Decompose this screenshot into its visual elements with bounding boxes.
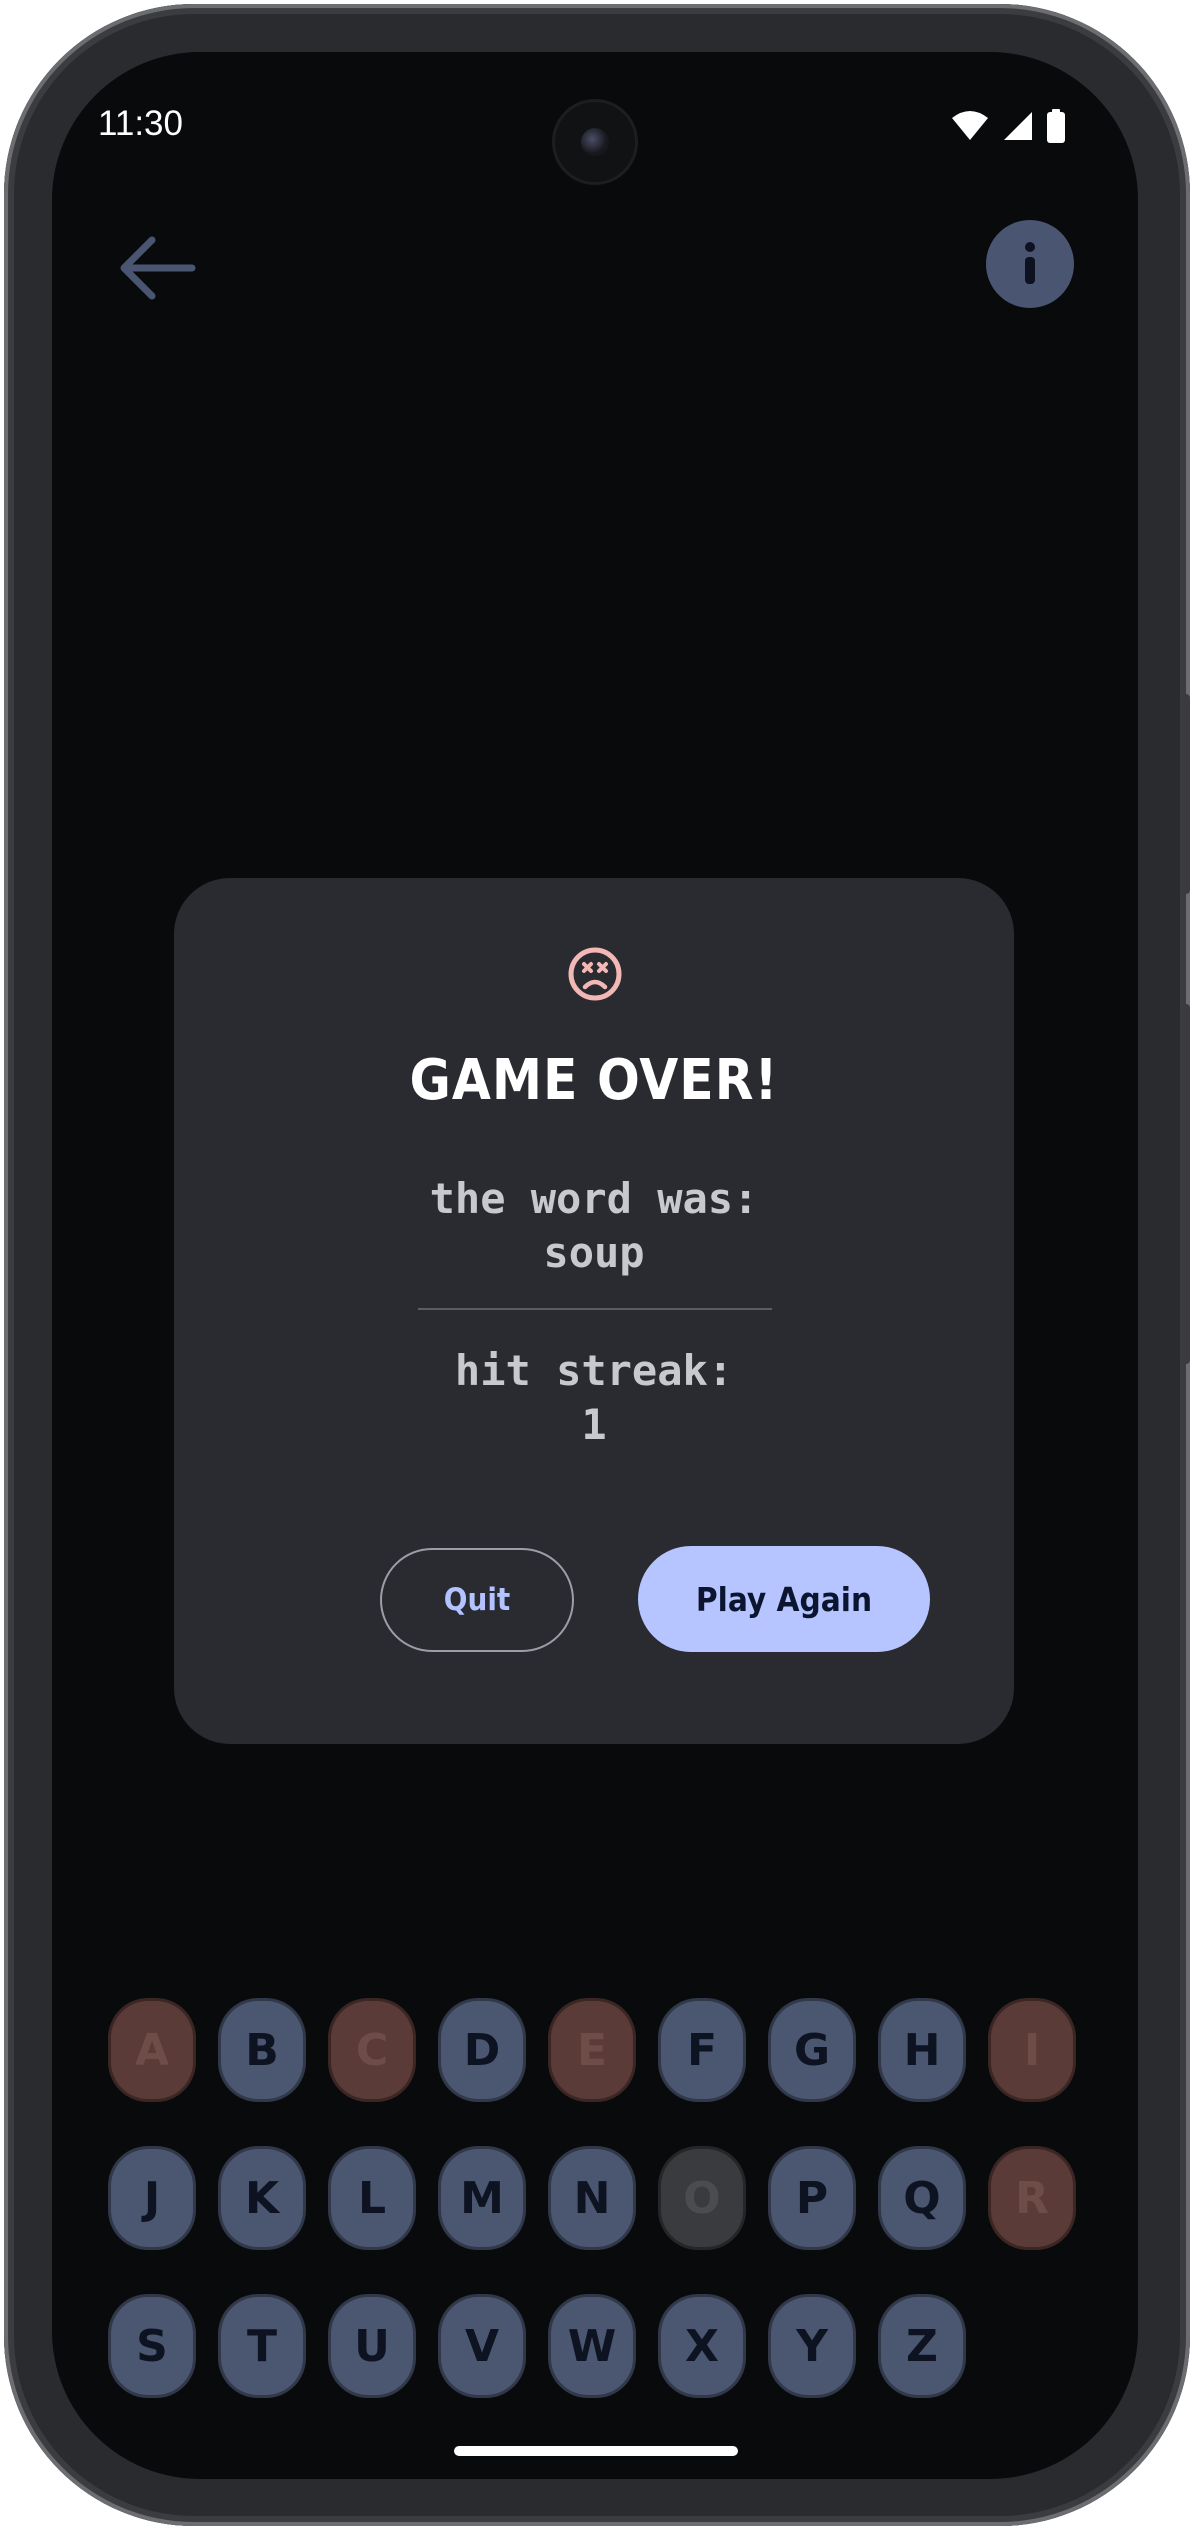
key-x[interactable]: X xyxy=(658,2294,746,2398)
key-p[interactable]: P xyxy=(768,2146,856,2250)
play-again-button[interactable]: Play Again xyxy=(638,1546,930,1652)
arrow-left-icon xyxy=(120,236,196,300)
key-o[interactable]: O xyxy=(658,2146,746,2250)
key-z[interactable]: Z xyxy=(878,2294,966,2398)
key-t[interactable]: T xyxy=(218,2294,306,2398)
dialog-title: GAME OVER! xyxy=(409,1048,779,1113)
game-over-dialog: GAME OVER! the word was: soup hit streak… xyxy=(174,878,1014,1744)
key-w[interactable]: W xyxy=(548,2294,636,2398)
key-r[interactable]: R xyxy=(988,2146,1076,2250)
battery-icon xyxy=(1047,109,1065,143)
key-i[interactable]: I xyxy=(988,1998,1076,2102)
info-icon xyxy=(1025,242,1035,284)
key-e[interactable]: E xyxy=(548,1998,636,2102)
streak-value: 1 xyxy=(581,1400,607,1449)
key-b[interactable]: B xyxy=(218,1998,306,2102)
front-camera xyxy=(555,102,635,182)
key-n[interactable]: N xyxy=(548,2146,636,2250)
info-button[interactable] xyxy=(986,220,1074,308)
quit-button[interactable]: Quit xyxy=(380,1548,574,1652)
status-icons xyxy=(950,108,1066,144)
sad-face-icon xyxy=(568,947,622,1001)
key-a[interactable]: A xyxy=(108,1998,196,2102)
power-button xyxy=(1182,1004,1190,1364)
key-v[interactable]: V xyxy=(438,2294,526,2398)
key-u[interactable]: U xyxy=(328,2294,416,2398)
key-j[interactable]: J xyxy=(108,2146,196,2250)
key-f[interactable]: F xyxy=(658,1998,746,2102)
key-y[interactable]: Y xyxy=(768,2294,856,2398)
key-l[interactable]: L xyxy=(328,2146,416,2250)
key-d[interactable]: D xyxy=(438,1998,526,2102)
dialog-divider xyxy=(418,1308,772,1310)
home-indicator[interactable] xyxy=(454,2446,738,2456)
cell-signal-icon xyxy=(1004,112,1032,140)
key-h[interactable]: H xyxy=(878,1998,966,2102)
key-s[interactable]: S xyxy=(108,2294,196,2398)
word-label: the word was: xyxy=(429,1174,759,1223)
key-k[interactable]: K xyxy=(218,2146,306,2250)
screen: 11:30 GAME OVER! the word was: soup hit … xyxy=(52,52,1138,2479)
streak-label: hit streak: xyxy=(454,1346,734,1395)
status-time: 11:30 xyxy=(98,104,183,143)
key-q[interactable]: Q xyxy=(878,2146,966,2250)
back-button[interactable] xyxy=(112,222,204,314)
volume-button xyxy=(1182,694,1190,894)
key-c[interactable]: C xyxy=(328,1998,416,2102)
wifi-icon xyxy=(952,111,988,140)
key-g[interactable]: G xyxy=(768,1998,856,2102)
word-value: soup xyxy=(543,1228,645,1277)
key-m[interactable]: M xyxy=(438,2146,526,2250)
